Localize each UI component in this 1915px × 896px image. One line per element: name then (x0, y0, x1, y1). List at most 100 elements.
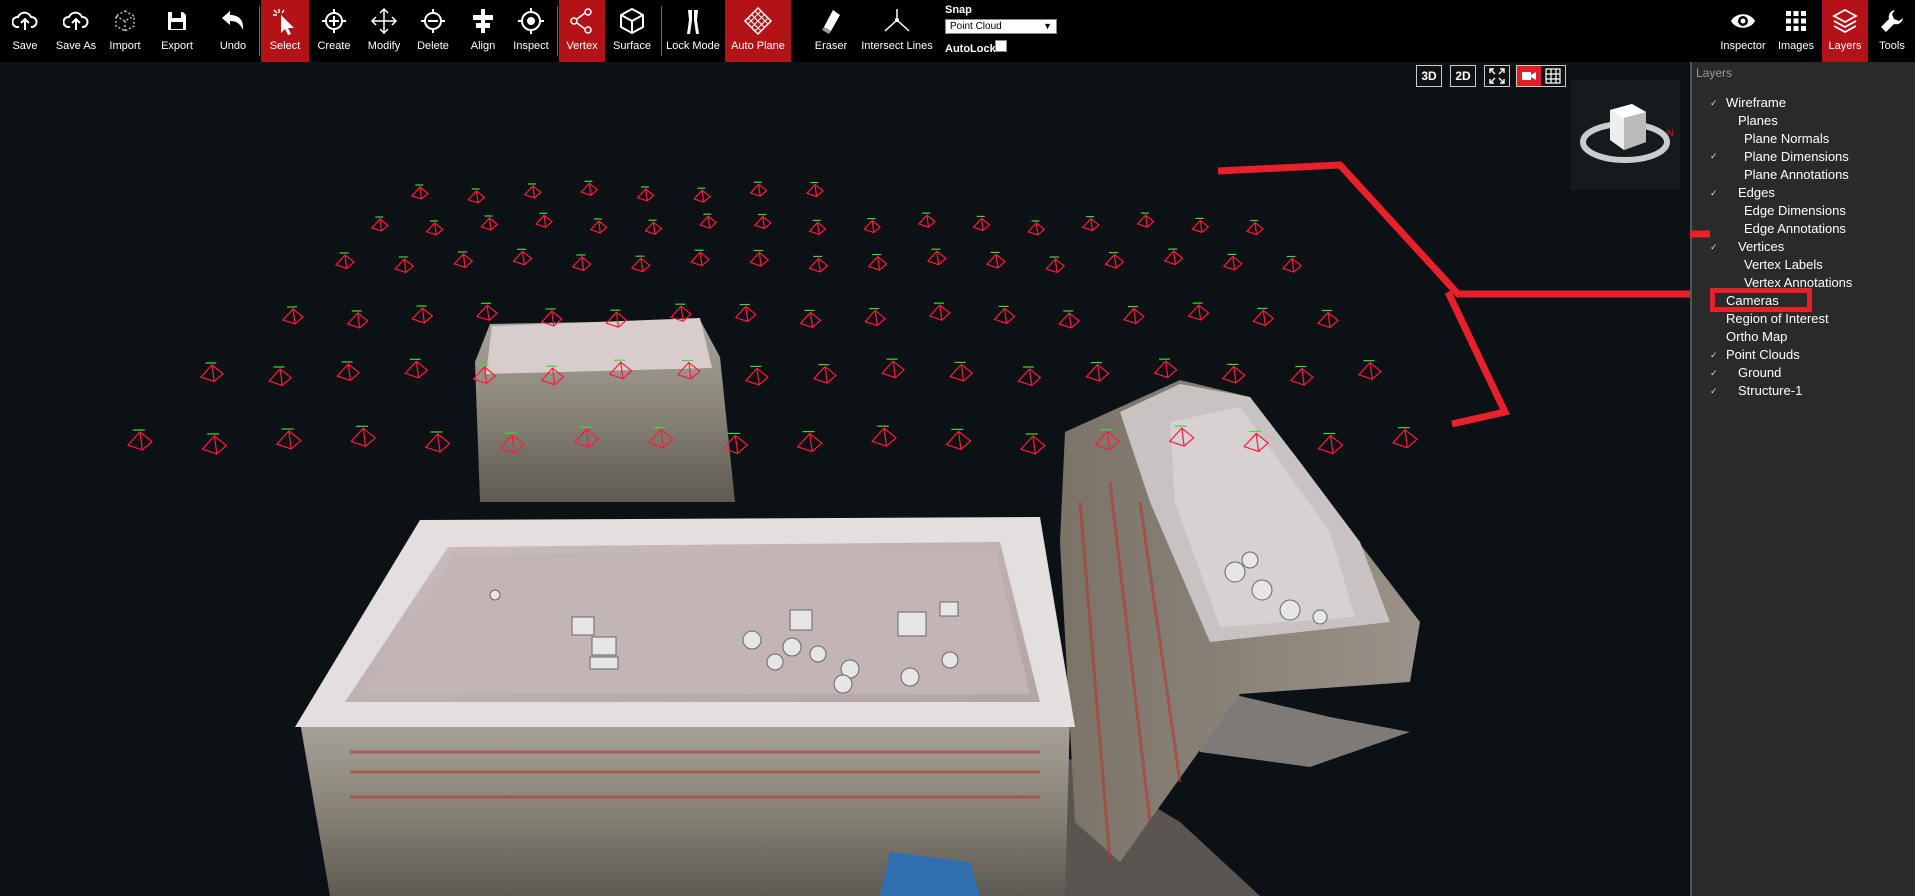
camera-frustum-icon[interactable] (799, 311, 822, 329)
delete-button[interactable]: Delete (413, 0, 453, 62)
camera-frustum-icon[interactable] (1252, 309, 1275, 327)
save-as-button[interactable]: Save As (52, 0, 100, 62)
camera-frustum-icon[interactable] (734, 305, 757, 323)
camera-frustum-icon[interactable] (589, 220, 608, 234)
camera-frustum-icon[interactable] (1281, 257, 1302, 273)
camera-frustum-icon[interactable] (394, 258, 415, 274)
camera-frustum-icon[interactable] (926, 250, 947, 266)
camera-frustum-icon[interactable] (1391, 428, 1418, 449)
vertex-button[interactable]: Vertex (559, 0, 605, 62)
layer-ground[interactable]: Ground (1738, 365, 1781, 380)
camera-frustum-icon[interactable] (690, 251, 711, 267)
camera-frustum-icon[interactable] (523, 185, 542, 199)
camera-frustum-icon[interactable] (1317, 434, 1344, 455)
lock-mode-button[interactable]: Lock Mode (666, 0, 720, 62)
camera-frustum-icon[interactable] (1104, 253, 1125, 269)
view-2d-button[interactable]: 2D (1450, 65, 1476, 87)
camera-frustum-icon[interactable] (1221, 365, 1246, 384)
images-button[interactable]: Images (1772, 0, 1820, 62)
camera-frustum-icon[interactable] (1136, 214, 1155, 228)
camera-frustum-icon[interactable] (1191, 219, 1210, 234)
camera-frustum-icon[interactable] (336, 363, 361, 382)
layer-edges[interactable]: Edges (1738, 185, 1775, 200)
camera-frustum-icon[interactable] (1222, 255, 1243, 271)
export-button[interactable]: Export (156, 0, 198, 62)
camera-frustum-icon[interactable] (699, 215, 718, 229)
camera-frustum-icon[interactable] (928, 304, 951, 321)
camera-frustum-icon[interactable] (571, 256, 592, 272)
camera-frustum-icon[interactable] (871, 427, 898, 447)
create-button[interactable]: Create (314, 0, 354, 62)
scene-canvas[interactable] (0, 62, 1690, 896)
camera-frustum-icon[interactable] (863, 219, 882, 234)
camera-frustum-icon[interactable] (1081, 217, 1100, 232)
layer-edge-annotations[interactable]: Edge Annotations (1744, 221, 1846, 236)
layer-vertex-labels[interactable]: Vertex Labels (1744, 257, 1823, 272)
camera-frustum-icon[interactable] (753, 215, 772, 230)
eraser-button[interactable]: Eraser (810, 0, 852, 62)
layer-edge-dimensions[interactable]: Edge Dimensions (1744, 203, 1846, 218)
layer-plane-normals[interactable]: Plane Normals (1744, 131, 1829, 146)
camera-frustum-icon[interactable] (480, 217, 499, 231)
camera-frustum-icon[interactable] (126, 431, 153, 451)
camera-frustum-icon[interactable] (1153, 360, 1178, 379)
camera-frustum-icon[interactable] (972, 217, 991, 232)
camera-frustum-icon[interactable] (346, 312, 369, 329)
layer-point-clouds[interactable]: Point Clouds (1726, 347, 1800, 362)
camera-frustum-icon[interactable] (281, 308, 304, 325)
camera-frustum-icon[interactable] (1316, 311, 1339, 329)
camera-frustum-icon[interactable] (1027, 222, 1046, 236)
camera-frustum-icon[interactable] (275, 430, 302, 450)
camera-frustum-icon[interactable] (370, 218, 389, 232)
camera-frustum-icon[interactable] (1289, 367, 1314, 386)
autolock-checkbox[interactable] (995, 40, 1007, 52)
camera-frustum-icon[interactable] (1357, 361, 1382, 380)
camera-frustum-icon[interactable] (268, 368, 293, 387)
camera-frustum-icon[interactable] (993, 307, 1016, 325)
camera-frustum-icon[interactable] (410, 186, 429, 200)
camera-grid-toggle[interactable] (1516, 65, 1566, 87)
camera-frustum-icon[interactable] (1045, 258, 1066, 274)
camera-frustum-icon[interactable] (945, 430, 972, 451)
camera-frustum-icon[interactable] (512, 250, 533, 266)
camera-frustum-icon[interactable] (881, 360, 906, 379)
camera-frustum-icon[interactable] (1017, 368, 1042, 387)
layer-plane-dimensions[interactable]: Plane Dimensions (1744, 149, 1849, 164)
layer-plane-annotations[interactable]: Plane Annotations (1744, 167, 1849, 182)
camera-frustum-icon[interactable] (917, 214, 936, 228)
layer-vertices[interactable]: Vertices (1738, 239, 1784, 254)
layer-wireframe[interactable]: Wireframe (1726, 95, 1786, 110)
camera-frustum-icon[interactable] (425, 222, 444, 236)
layer-region-of-interest[interactable]: Region of Interest (1726, 311, 1829, 326)
camera-frustum-icon[interactable] (644, 221, 663, 235)
camera-frustum-icon[interactable] (1085, 363, 1110, 382)
camera-frustum-icon[interactable] (693, 189, 712, 203)
camera-frustum-icon[interactable] (749, 183, 768, 197)
camera-frustum-icon[interactable] (1019, 435, 1046, 455)
camera-frustum-icon[interactable] (796, 432, 823, 453)
import-button[interactable]: Import (104, 0, 146, 62)
camera-frustum-icon[interactable] (350, 427, 377, 447)
camera-frustum-icon[interactable] (475, 304, 498, 321)
camera-frustum-icon[interactable] (404, 360, 429, 379)
camera-frustum-icon[interactable] (1163, 250, 1184, 266)
camera-frustum-icon[interactable] (1058, 312, 1081, 329)
camera-frustum-icon[interactable] (199, 364, 224, 383)
camera-frustum-icon[interactable] (636, 188, 655, 202)
snap-dropdown[interactable]: Point Cloud ▼ (945, 19, 1057, 34)
fullscreen-icon[interactable] (1484, 65, 1510, 87)
camera-frustum-icon[interactable] (808, 221, 827, 236)
camera-frustum-icon[interactable] (534, 214, 553, 228)
tools-button[interactable]: Tools (1870, 0, 1914, 62)
camera-frustum-icon[interactable] (949, 363, 974, 382)
modify-button[interactable]: Modify (363, 0, 405, 62)
inspect-button[interactable]: Inspect (510, 0, 552, 62)
select-button[interactable]: Select (261, 0, 309, 62)
camera-frustum-icon[interactable] (1187, 304, 1210, 321)
layer-structure-1[interactable]: Structure-1 (1738, 383, 1802, 398)
camera-frustum-icon[interactable] (1245, 221, 1264, 236)
undo-button[interactable]: Undo (212, 0, 254, 62)
camera-frustum-icon[interactable] (201, 435, 228, 455)
camera-frustum-icon[interactable] (805, 183, 824, 198)
align-button[interactable]: Align (463, 0, 503, 62)
